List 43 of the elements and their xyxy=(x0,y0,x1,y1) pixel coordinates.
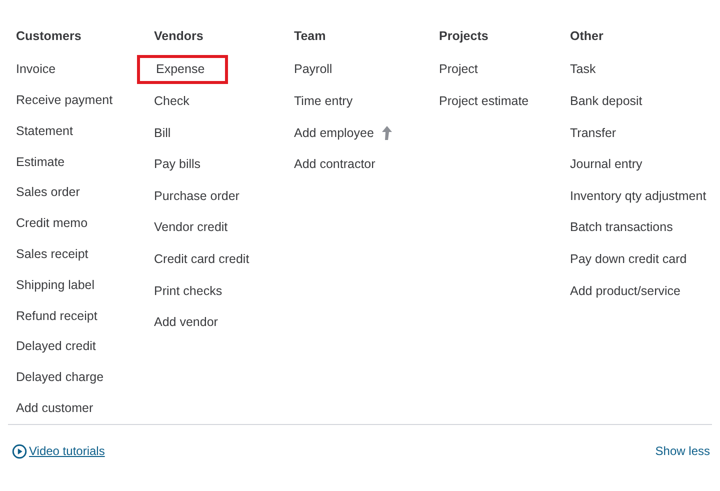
menu-item[interactable]: Sales order xyxy=(16,183,80,202)
play-icon xyxy=(12,444,27,458)
menu-item[interactable]: Inventory qty adjustment xyxy=(570,186,706,206)
menu-item[interactable]: Task xyxy=(570,60,596,80)
menu-item[interactable]: Delayed credit xyxy=(16,337,96,356)
menu-item[interactable]: Bill xyxy=(154,124,171,142)
show-less-link[interactable]: Show less xyxy=(655,442,710,460)
column-heading: Projects xyxy=(439,28,490,45)
menu-item[interactable]: Add contractor xyxy=(294,155,376,174)
menu-item[interactable]: Payroll xyxy=(294,60,332,80)
menu-item[interactable]: Transfer xyxy=(570,124,616,142)
column-heading: Customers xyxy=(16,28,82,45)
menu-item[interactable]: Project estimate xyxy=(439,92,529,111)
menu-item[interactable]: Sales receipt xyxy=(16,245,88,264)
column-heading: Team xyxy=(294,28,327,45)
column-heading: Other xyxy=(570,28,604,45)
menu-item[interactable]: Invoice xyxy=(16,60,56,79)
menu-item[interactable]: Delayed charge xyxy=(16,368,104,388)
menu-item[interactable]: Purchase order xyxy=(154,186,240,206)
menu-item[interactable]: Credit memo xyxy=(16,214,88,233)
menu-item[interactable]: Add product/service xyxy=(570,282,680,300)
video-tutorials-link[interactable]: Video tutorials xyxy=(12,442,105,460)
menu-item[interactable]: Bank deposit xyxy=(570,92,642,111)
menu-item[interactable]: Pay bills xyxy=(154,155,201,174)
menu-item[interactable]: Statement xyxy=(16,122,73,140)
menu-item[interactable]: Pay down credit card xyxy=(570,250,687,269)
menu-item[interactable]: Shipping label xyxy=(16,276,95,295)
menu-item[interactable]: Receive payment xyxy=(16,90,113,110)
column-heading: Vendors xyxy=(154,28,204,45)
menu-item[interactable]: Vendor credit xyxy=(154,218,228,238)
menu-item[interactable]: Refund receipt xyxy=(16,306,98,326)
menu-item[interactable]: Add customer xyxy=(16,399,94,418)
menu-item[interactable]: Print checks xyxy=(154,282,222,300)
menu-item[interactable]: Add vendor xyxy=(154,313,218,332)
menu-item[interactable]: Project xyxy=(439,60,478,80)
menu-item[interactable]: Estimate xyxy=(16,152,65,172)
menu-item[interactable]: Time entry xyxy=(294,92,353,111)
menu-item[interactable]: Credit card credit xyxy=(154,250,250,269)
menu-item[interactable]: Batch transactions xyxy=(570,218,673,238)
menu-item[interactable]: Add employee xyxy=(294,124,374,142)
menu-item[interactable]: Expense xyxy=(137,55,228,84)
menu-item[interactable]: Journal entry xyxy=(570,155,642,174)
menu-item[interactable]: Check xyxy=(154,92,190,111)
